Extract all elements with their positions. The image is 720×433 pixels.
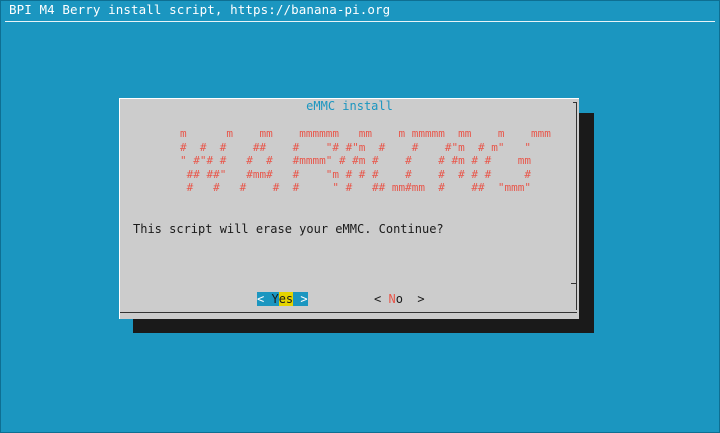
yes-close-bracket: >	[300, 292, 308, 306]
ascii-line: " #"# # # # #mmmm" # #m # # # #m # # mm	[180, 154, 531, 168]
install-dialog: eMMC install m m mm mmmmmm mm m mmmmm mm…	[119, 98, 579, 319]
dialog-button-divider	[571, 283, 577, 284]
dialog-message: This script will erase your eMMC. Contin…	[133, 222, 444, 236]
no-label-rest: o	[395, 292, 403, 306]
ascii-line: m m mm mmmmmm mm m mmmmm mm m mmm	[180, 127, 551, 140]
yes-label-rest: es	[278, 292, 294, 306]
ascii-line: ## ##" #mm# # "m # # # # # # # # #	[180, 167, 531, 181]
no-close-bracket: >	[417, 292, 425, 306]
dialog-title: eMMC install	[306, 99, 393, 113]
backtitle: BPI M4 Berry install script, https://ban…	[9, 2, 391, 17]
dialog-border-right	[576, 102, 577, 310]
no-open-bracket: <	[374, 292, 382, 306]
yes-open-bracket: <	[257, 292, 265, 306]
dialog-border-bottom	[120, 312, 577, 313]
yes-hotkey: Y	[271, 292, 279, 306]
backtitle-rule	[5, 21, 715, 22]
no-hotkey: N	[388, 292, 396, 306]
ascii-line: # # # ## # "# #"m # # #"m # m" "	[180, 140, 531, 154]
no-button[interactable]: < No >	[374, 292, 425, 306]
ascii-line: # # # # # " # ## mm#mm # ## "mmm"	[180, 181, 531, 195]
yes-button[interactable]: < Yes >	[257, 292, 308, 306]
ascii-warning-banner: m m mm mmmmmm mm m mmmmm mm m mmm # # # …	[180, 127, 551, 195]
